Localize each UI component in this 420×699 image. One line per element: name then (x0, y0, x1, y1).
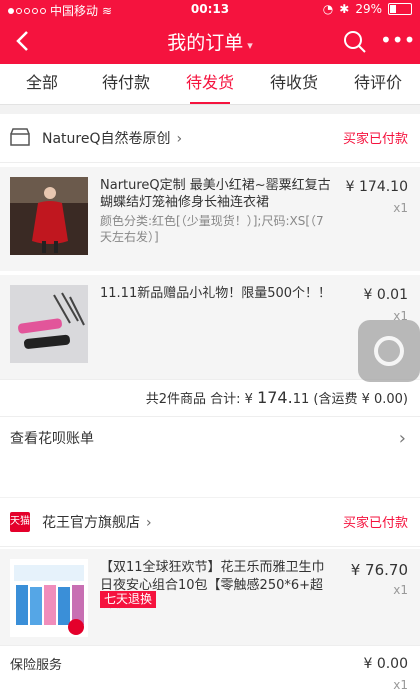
product-price: ¥ 0.01 (363, 287, 408, 303)
page-title-text: 我的订单 (167, 32, 244, 54)
order-status: 买家已付款 (342, 516, 408, 531)
nav-bar: 我的订单 ▾ ••• (0, 20, 420, 64)
shop-header[interactable]: NatureQ自然卷原创 › 买家已付款 (0, 114, 420, 163)
product-quantity: x1 (393, 583, 408, 597)
search-icon[interactable] (342, 29, 368, 55)
card-spacer (0, 461, 420, 497)
summary-total-decimal: 11 (292, 392, 310, 407)
bluetooth-icon: ✱ (339, 2, 350, 16)
shop-header[interactable]: 天猫 花王官方旗舰店 › 买家已付款 (0, 498, 420, 547)
battery-percent: 29% (355, 2, 382, 16)
summary-shipping: (含运费 ¥ 0.00) (309, 392, 408, 407)
tab-pending-shipment[interactable]: 待发货 (168, 64, 252, 104)
status-bar: 中国移动 ≋ 00:13 ◔ ✱ 29% (0, 0, 420, 20)
shop-name-text: NatureQ自然卷原创 (42, 131, 171, 147)
insurance-service-label: 保险服务 (10, 658, 63, 673)
view-huabei-bill[interactable]: 查看花呗账单 › (0, 416, 420, 461)
insurance-service-price: ¥ 0.00 (363, 656, 408, 672)
product-image (10, 177, 88, 255)
product-price: ¥ 174.10 (345, 179, 408, 195)
summary-prefix: 共2件商品 合计: ¥ (145, 392, 258, 407)
order-card: 天猫 花王官方旗舰店 › 买家已付款 【双11全球狂欢节】花王乐而雅卫生巾日夜安心… (0, 498, 420, 645)
product-image (10, 285, 88, 363)
product-name: 11.11新品赠品小礼物！限量500个！！ (100, 286, 332, 301)
tab-pending-payment[interactable]: 待付款 (84, 64, 168, 104)
insurance-service-row[interactable]: 保险服务 ¥ 0.00 x1 (0, 645, 420, 699)
product-quantity: x1 (393, 201, 408, 215)
shop-icon (10, 128, 30, 146)
alarm-icon: ◔ (322, 2, 334, 16)
tab-pending-receipt[interactable]: 待收货 (252, 64, 336, 104)
order-card: NatureQ自然卷原创 › 买家已付款 NartureQ定制 最美小红裙~罂粟红… (0, 114, 420, 497)
chevron-right-icon: › (146, 515, 152, 531)
chevron-right-icon: › (398, 428, 406, 449)
view-huabei-bill-label: 查看花呗账单 (10, 431, 94, 447)
tab-pending-review[interactable]: 待评价 (336, 64, 420, 104)
tab-all[interactable]: 全部 (0, 64, 84, 104)
order-item[interactable]: NartureQ定制 最美小红裙~罂粟红复古蝴蝶结灯笼袖修身长袖连衣裙 颜色分类… (0, 167, 420, 271)
product-price: ¥ 76.70 (350, 561, 408, 579)
product-sku: 颜色分类:红色[（少量现货！）];尺码:XS[（7天左右发）] (100, 214, 324, 244)
order-item[interactable]: 【双11全球狂欢节】花王乐而雅卫生巾日夜安心组合10包【零触感250*6+超瞬吸… (0, 549, 420, 645)
order-tabs: 全部 待付款 待发货 待收货 待评价 (0, 64, 420, 105)
product-name: NartureQ定制 最美小红裙~罂粟红复古蝴蝶结灯笼袖修身长袖连衣裙 (100, 178, 331, 210)
chevron-right-icon: › (176, 131, 183, 147)
order-item[interactable]: 11.11新品赠品小礼物！限量500个！！ ¥ 0.01 x1 (0, 275, 420, 379)
return-policy-badge: 七天退换 (100, 591, 157, 608)
tmall-logo-icon: 天猫 (10, 512, 30, 532)
title-caret-icon: ▾ (247, 39, 253, 52)
more-icon[interactable]: ••• (380, 29, 415, 55)
assistive-touch-icon[interactable] (358, 320, 420, 382)
shop-name-text: 花王官方旗舰店 (42, 515, 140, 531)
product-image (10, 559, 88, 637)
shop-name[interactable]: 花王官方旗舰店 › (42, 512, 152, 532)
header: 中国移动 ≋ 00:13 ◔ ✱ 29% 我的订单 ▾ ••• (0, 0, 420, 64)
order-summary: 共2件商品 合计: ¥ 174.11 (含运费 ¥ 0.00) (0, 379, 420, 416)
shop-name[interactable]: NatureQ自然卷原创 › (42, 128, 182, 148)
battery-icon (388, 3, 412, 15)
insurance-service-quantity: x1 (393, 678, 408, 692)
order-status: 买家已付款 (342, 132, 408, 147)
summary-total-integer: 174. (257, 388, 293, 407)
